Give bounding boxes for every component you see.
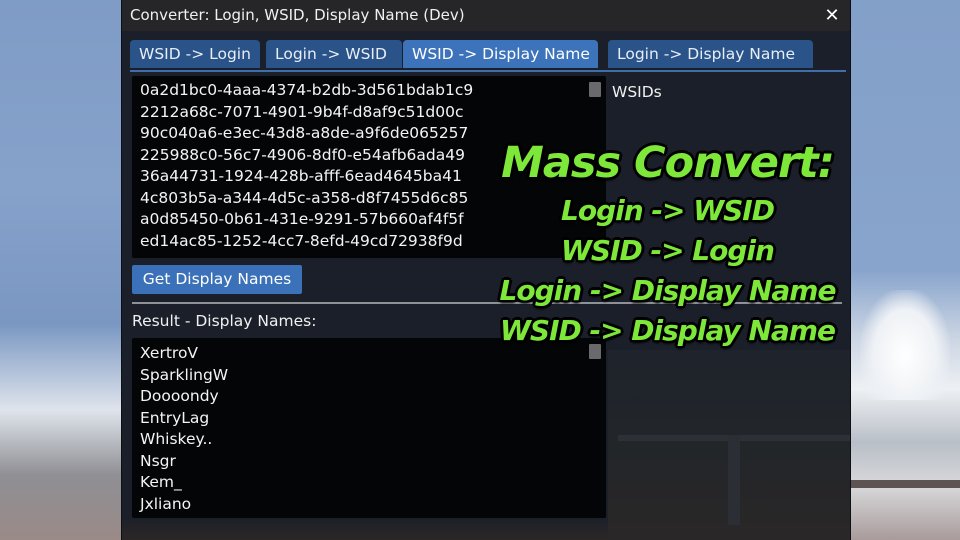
wsid-input-label: WSIDs [612, 83, 662, 101]
background-railing [850, 480, 960, 488]
window-title: Converter: Login, WSID, Display Name (De… [130, 6, 465, 24]
promo-overlay: Mass Convert: Login -> WSID WSID -> Logi… [490, 135, 845, 351]
tab-wsid-to-display-name[interactable]: WSID -> Display Name [403, 40, 598, 68]
promo-line: Login -> WSID [561, 194, 775, 227]
window-titlebar[interactable]: Converter: Login, WSID, Display Name (De… [122, 0, 850, 31]
result-textarea[interactable]: XertroV SparklingW Doooondy EntryLag Whi… [132, 338, 606, 518]
window-bottom-edge [122, 520, 608, 540]
promo-line: WSID -> Login [561, 234, 775, 267]
tab-login-to-wsid[interactable]: Login -> WSID [266, 40, 402, 68]
promo-line: Login -> Display Name [499, 274, 837, 307]
background-pillar [728, 435, 740, 525]
background-cloud [860, 290, 950, 400]
tab-bar: WSID -> Login Login -> WSID WSID -> Disp… [130, 40, 846, 72]
result-text: XertroV SparklingW Doooondy EntryLag Whi… [140, 344, 229, 513]
wsid-input-scrollbar[interactable] [589, 82, 601, 97]
result-label: Result - Display Names: [132, 312, 317, 330]
tab-login-to-display-name[interactable]: Login -> Display Name [608, 40, 813, 68]
background-scene-dimmed [608, 350, 850, 540]
promo-headline: Mass Convert: [501, 138, 835, 188]
background-scene [850, 0, 960, 540]
wsid-input-text: 0a2d1bc0-4aaa-4374-b2db-3d561bdab1c9 221… [140, 81, 474, 250]
tab-wsid-to-login[interactable]: WSID -> Login [130, 40, 260, 68]
promo-line: WSID -> Display Name [500, 314, 836, 347]
get-display-names-button[interactable]: Get Display Names [132, 265, 302, 294]
close-icon[interactable]: ✕ [822, 0, 842, 31]
